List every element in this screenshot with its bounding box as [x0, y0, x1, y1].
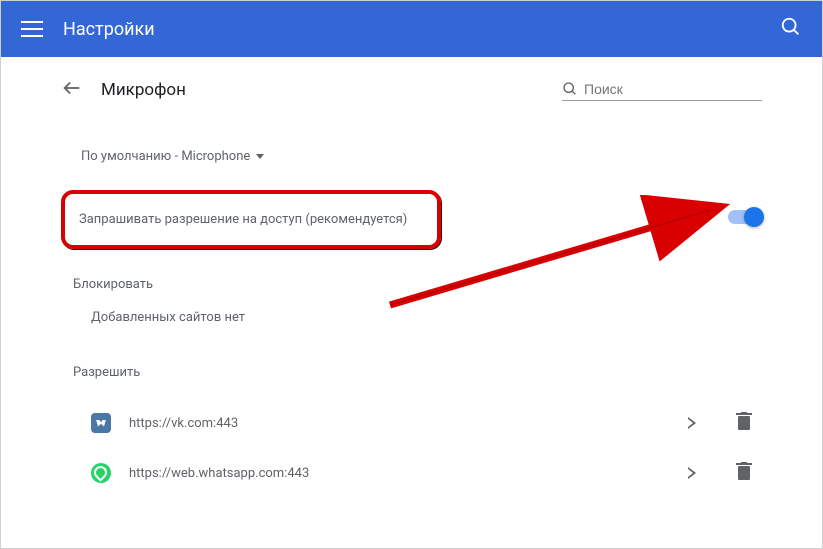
vk-icon [91, 413, 111, 433]
search-box[interactable] [562, 80, 762, 101]
ask-permission-toggle[interactable] [728, 210, 762, 224]
dropdown-label: По умолчанию - Microphone [81, 149, 250, 164]
site-url: https://web.whatsapp.com:443 [129, 466, 688, 481]
chevron-right-icon[interactable] [688, 464, 696, 483]
chevron-right-icon[interactable] [688, 414, 696, 433]
allowed-site-row: https://web.whatsapp.com:443 [61, 448, 762, 498]
app-topbar: Настройки [1, 1, 822, 57]
delete-icon[interactable] [736, 462, 752, 484]
page-title: Микрофон [101, 80, 562, 100]
block-section-title: Блокировать [73, 277, 762, 292]
delete-icon[interactable] [736, 412, 752, 434]
search-input[interactable] [584, 81, 762, 97]
search-icon[interactable] [780, 16, 802, 42]
menu-icon[interactable] [21, 21, 43, 37]
whatsapp-icon [91, 463, 111, 483]
highlight-annotation: Запрашивать разрешение на доступ (рекоме… [61, 190, 441, 249]
block-empty-text: Добавленных сайтов нет [91, 310, 762, 325]
back-arrow-icon[interactable] [61, 77, 83, 103]
microphone-device-dropdown[interactable]: По умолчанию - Microphone [71, 143, 274, 170]
app-title: Настройки [63, 19, 780, 40]
chevron-down-icon [256, 154, 264, 159]
site-url: https://vk.com:443 [129, 416, 688, 431]
allow-section-title: Разрешить [73, 365, 762, 380]
allowed-site-row: https://vk.com:443 [61, 398, 762, 448]
ask-permission-label: Запрашивать разрешение на доступ (рекоме… [79, 212, 423, 227]
